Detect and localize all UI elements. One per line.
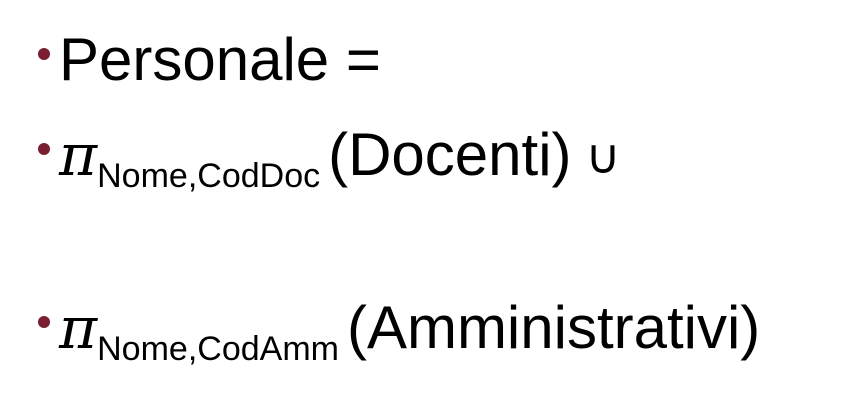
projection-attributes: Nome,CodAmm [97, 330, 339, 368]
projection-operator: π [59, 294, 98, 362]
bullet-line-docenti: πNome,CodDoc (Docenti) ∪ [38, 125, 621, 193]
union-operator: ∪ [585, 129, 621, 185]
relation-amministrativi: (Amministrativi) [346, 294, 761, 361]
bullet-line-amministrativi: πNome,CodAmm (Amministrativi) [38, 298, 760, 366]
bullet-dot [38, 48, 50, 60]
slide-content: Personale = πNome,CodDoc (Docenti) ∪ πNome… [0, 0, 862, 408]
bullet-dot [38, 316, 50, 328]
projection-operator: π [59, 121, 98, 189]
relation-docenti: (Docenti) [328, 121, 572, 188]
bullet-dot [38, 143, 50, 155]
projection-attributes: Nome,CodDoc [97, 157, 321, 195]
bullet-line-personale: Personale = [38, 30, 381, 90]
personale-label: Personale = [59, 26, 381, 93]
